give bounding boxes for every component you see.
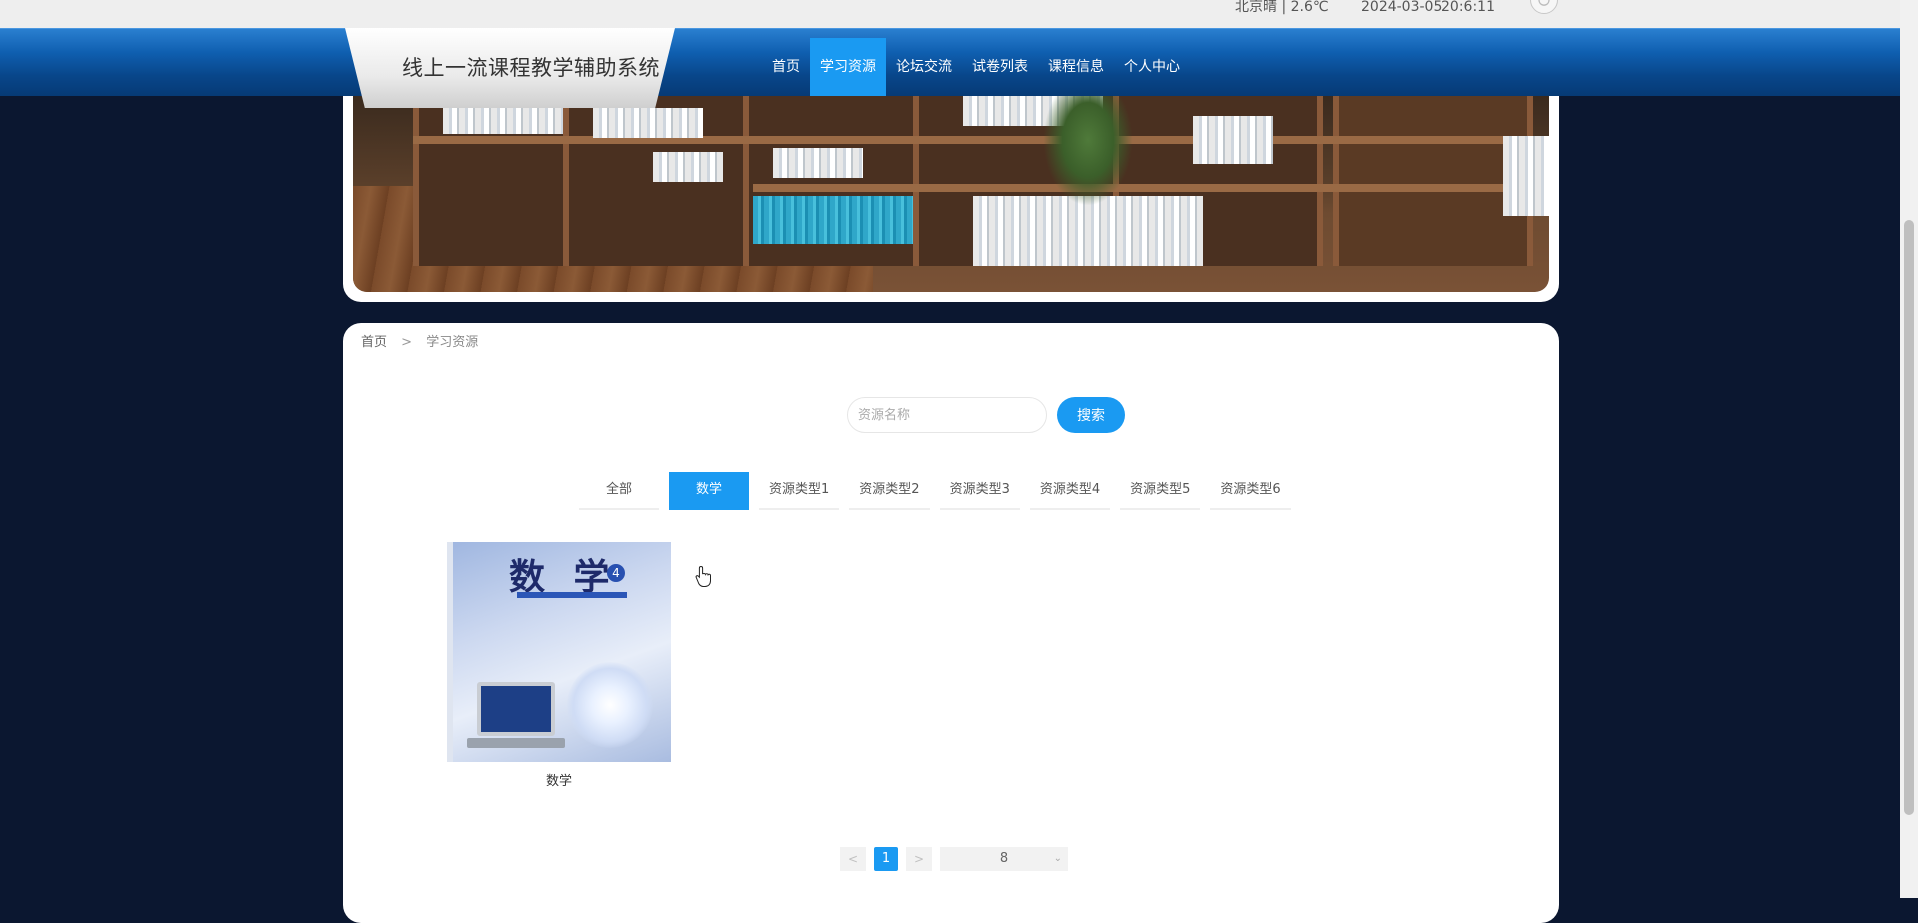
hand-cursor-icon <box>695 565 713 591</box>
content-card: 首页 > 学习资源 搜索 全部 数学 资源类型1 资源类型2 资源类型3 资源类… <box>343 323 1559 923</box>
chevron-down-icon: ⌄ <box>1053 853 1062 864</box>
books <box>653 152 723 182</box>
books <box>443 104 563 134</box>
nav-item-exams[interactable]: 试卷列表 <box>962 38 1038 96</box>
plant <box>1043 96 1133 206</box>
site-title: 线上一流课程教学辅助系统 <box>402 56 660 80</box>
breadcrumb-separator: > <box>401 335 413 350</box>
books <box>1193 116 1273 164</box>
page-size-value: 8 <box>999 851 1009 866</box>
page-number-button[interactable]: 1 <box>874 847 898 871</box>
blue-books <box>753 196 913 244</box>
banner-bookshelf-image <box>353 96 1549 292</box>
cover-laptop <box>477 682 555 736</box>
page-size-select[interactable]: 8 ⌄ <box>940 847 1068 871</box>
nav-item-forum[interactable]: 论坛交流 <box>886 38 962 96</box>
tab-all[interactable]: 全部 <box>579 472 659 510</box>
page-scrollbar[interactable] <box>1900 0 1918 898</box>
breadcrumb-home[interactable]: 首页 <box>361 335 387 350</box>
resource-cover-image[interactable]: 数 学 4 <box>447 542 671 762</box>
books <box>773 148 863 178</box>
shelf-board <box>413 136 1533 144</box>
scrollbar-thumb[interactable] <box>1904 220 1914 815</box>
top-status-bar: 北京晴 | 2.6℃ 2024-03-05 20:6:11 <box>0 0 1900 28</box>
tab-math[interactable]: 数学 <box>669 472 749 510</box>
weather-text: 北京晴 | 2.6℃ <box>1235 0 1329 15</box>
shelf-board <box>753 184 1533 192</box>
nav-item-profile[interactable]: 个人中心 <box>1114 38 1190 96</box>
nav-item-home[interactable]: 首页 <box>762 38 810 96</box>
tab-type-2[interactable]: 资源类型2 <box>849 472 930 510</box>
search-button[interactable]: 搜索 <box>1057 397 1125 433</box>
nav-item-resources[interactable]: 学习资源 <box>810 38 886 96</box>
cover-laptop-base <box>467 738 565 748</box>
power-icon-glyph <box>1538 0 1550 6</box>
tab-type-3[interactable]: 资源类型3 <box>939 472 1020 510</box>
cover-spine <box>447 542 453 762</box>
tab-type-4[interactable]: 资源类型4 <box>1029 472 1111 510</box>
pagination: < 1 > 8 ⌄ <box>840 847 1068 871</box>
cover-bar <box>517 592 627 598</box>
nav-item-courses[interactable]: 课程信息 <box>1038 38 1114 96</box>
breadcrumb: 首页 > 学习资源 <box>361 331 478 350</box>
prev-page-button[interactable]: < <box>840 847 866 871</box>
resource-card[interactable]: 数 学 4 数学 <box>447 542 671 789</box>
nav-menu: 首页 学习资源 论坛交流 试卷列表 课程信息 个人中心 <box>762 38 1190 96</box>
resource-search-input[interactable] <box>847 397 1047 433</box>
tab-type-5[interactable]: 资源类型5 <box>1120 472 1201 510</box>
power-icon[interactable] <box>1530 0 1558 14</box>
tab-type-1[interactable]: 资源类型1 <box>759 472 840 510</box>
tab-type-6[interactable]: 资源类型6 <box>1210 472 1291 510</box>
books <box>973 196 1203 266</box>
next-page-button[interactable]: > <box>906 847 932 871</box>
breadcrumb-current: 学习资源 <box>426 335 479 350</box>
category-tabs: 全部 数学 资源类型1 资源类型2 资源类型3 资源类型4 资源类型5 资源类型… <box>579 472 1291 510</box>
time-text: 20:6:11 <box>1441 0 1495 15</box>
books <box>593 108 703 138</box>
cover-disc <box>567 662 653 748</box>
books <box>1503 136 1549 216</box>
date-text: 2024-03-05 <box>1361 0 1443 15</box>
banner <box>343 96 1559 302</box>
cover-volume-badge: 4 <box>607 564 625 582</box>
resource-name[interactable]: 数学 <box>447 770 671 789</box>
